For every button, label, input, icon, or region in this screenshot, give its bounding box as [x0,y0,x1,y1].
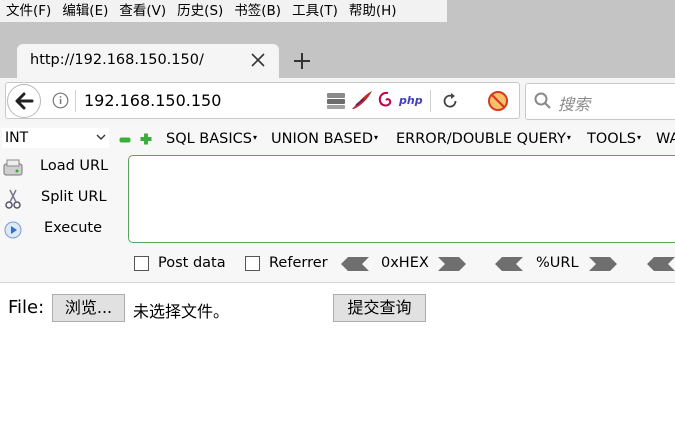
noscript-icon[interactable] [487,90,509,112]
next-decode-arrow-icon[interactable] [646,256,675,272]
server-icon[interactable] [325,91,347,111]
browse-button[interactable]: 浏览... [52,294,125,322]
load-url-label: Load URL [40,158,109,174]
close-icon[interactable] [249,51,267,69]
menu-history[interactable]: 历史(S) [171,0,228,22]
menu-sql-basics-label: SQL BASICS [166,131,252,147]
menu-tools[interactable]: 工具(T) [286,0,343,22]
url-text[interactable]: 192.168.150.150 [84,91,221,110]
encoding-select[interactable]: INT [2,128,109,148]
post-data-label: Post data [158,255,226,271]
menu-union-based[interactable]: UNION BASED▾ [271,131,378,147]
menu-union-based-label: UNION BASED [271,131,374,147]
url-label: %URL [536,255,579,271]
menu-waf[interactable]: WAF [656,131,675,147]
toolbar-separator [430,90,431,112]
url-decode-arrow-icon[interactable] [494,256,524,272]
php-icon[interactable]: php [399,94,423,107]
menu-sql-basics[interactable]: SQL BASICS▾ [166,131,257,147]
file-label: File: [8,297,45,318]
execute-label: Execute [44,220,102,236]
reload-icon[interactable] [440,91,460,111]
load-url-icon [3,159,23,176]
menu-error-label: ERROR/DOUBLE QUERY [396,131,566,147]
split-url-label: Split URL [41,189,107,205]
menu-help[interactable]: 帮助(H) [343,0,402,22]
play-icon [4,221,22,239]
url-encode-arrow-icon[interactable] [588,256,618,272]
load-url-button[interactable]: Load URL [0,155,120,181]
no-file-text: 未选择文件。 [133,302,230,321]
tab-title: http://192.168.150.150/ [30,52,204,68]
new-tab-plus-icon[interactable] [292,51,312,71]
back-arrow-icon [15,92,34,110]
menu-bar: 文件(F) 编辑(E) 查看(V) 历史(S) 书签(B) 工具(T) 帮助(H… [0,0,675,22]
feather-icon[interactable] [350,89,374,111]
search-icon [534,92,551,109]
referrer-label: Referrer [269,255,328,271]
menu-edit[interactable]: 编辑(E) [56,0,113,22]
back-button[interactable] [7,84,41,118]
menu-waf-label: WAF [656,131,675,147]
hex-decode-arrow-icon[interactable] [340,256,370,272]
decrease-icon[interactable] [119,135,131,145]
post-data-checkbox[interactable] [134,256,149,271]
debian-swirl-icon[interactable] [376,89,396,111]
search-input[interactable]: 搜索 [558,91,590,115]
increase-icon[interactable] [140,133,152,145]
split-url-button[interactable]: Split URL [0,186,120,212]
browser-tab[interactable]: http://192.168.150.150/ [17,44,279,78]
menu-tools-hackbar[interactable]: TOOLS▾ [587,131,641,147]
menu-view[interactable]: 查看(V) [113,0,171,22]
menu-bookmarks[interactable]: 书签(B) [228,0,286,22]
tab-strip: http://192.168.150.150/ [0,22,675,78]
hex-label: 0xHEX [381,255,429,271]
menu-items: 文件(F) 编辑(E) 查看(V) 历史(S) 书签(B) 工具(T) 帮助(H… [0,0,447,22]
url-textarea[interactable] [128,155,675,243]
chevron-down-icon[interactable] [96,133,106,141]
url-separator [75,90,76,112]
referrer-checkbox[interactable] [245,256,260,271]
menu-file[interactable]: 文件(F) [0,0,56,22]
hex-encode-arrow-icon[interactable] [437,256,467,272]
submit-button[interactable]: 提交查询 [333,294,426,322]
info-icon[interactable] [52,92,69,109]
scissors-icon [5,189,21,209]
menu-error-double-query[interactable]: ERROR/DOUBLE QUERY▾ [396,131,571,147]
menu-tools-label: TOOLS [587,131,636,147]
execute-button[interactable]: Execute [0,217,120,243]
